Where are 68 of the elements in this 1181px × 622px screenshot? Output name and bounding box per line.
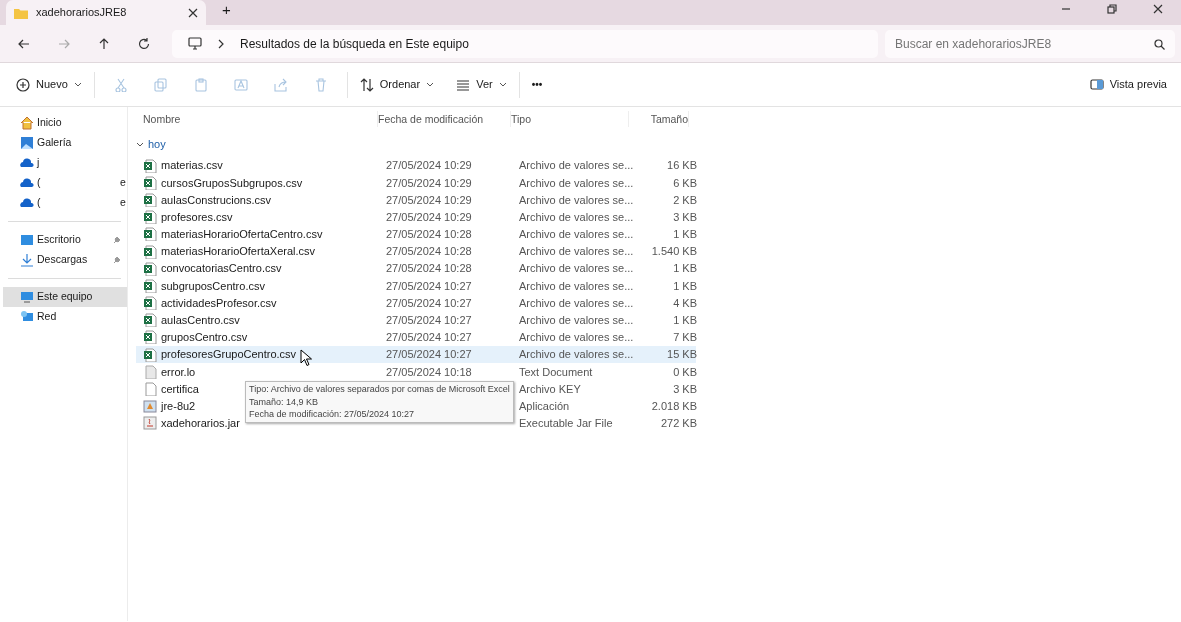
modified-date: 27/05/2024 10:27 [386, 331, 472, 344]
file-name: convocatoriasCentro.csv [161, 261, 282, 277]
modified-date: 27/05/2024 10:29 [386, 176, 472, 189]
file-type: Archivo de valores se... [519, 348, 634, 361]
modified-date: 27/05/2024 10:27 [386, 314, 472, 327]
sidebar-item-text: e [120, 175, 126, 191]
file-size: 1 KB [673, 262, 697, 275]
file-size: 7 KB [673, 331, 697, 344]
file-type: Archivo de valores se... [519, 159, 634, 172]
file-size: 6 KB [673, 176, 697, 189]
file-type: Executable Jar File [519, 417, 613, 430]
file-type: Text Document [519, 365, 593, 378]
modified-date: 27/05/2024 10:29 [386, 159, 472, 172]
file-name: materias.csv [161, 158, 223, 174]
file-size: 1 KB [673, 279, 697, 292]
file-size: 3 KB [673, 382, 697, 395]
modified-date: 27/05/2024 10:27 [386, 279, 472, 292]
file-size: 1 KB [673, 314, 697, 327]
file-name: jre-8u2 [161, 398, 196, 414]
address-path: Resultados de la búsqueda en Este equipo [240, 35, 469, 53]
file-size: 272 KB [660, 417, 697, 430]
file-type: Archivo de valores se... [519, 228, 634, 241]
file-name: certifica [161, 381, 199, 397]
modified-date: 27/05/2024 10:29 [386, 193, 472, 206]
modified-date: 27/05/2024 10:28 [386, 262, 472, 275]
file-type: Archivo de valores se... [519, 176, 634, 189]
file-size: 4 KB [673, 296, 697, 309]
tooltip-text: Tamaño: 14,9 KB [249, 395, 320, 409]
file-type: Archivo de valores se... [519, 262, 634, 275]
file-name: gruposCentro.csv [161, 330, 248, 346]
file-type: Archivo de valores se... [519, 193, 634, 206]
file-type: Archivo de valores se... [519, 296, 634, 309]
tooltip-text: Tipo: Archivo de valores separados por comas de Microsoft Excel [249, 383, 510, 396]
file-name: cursosGruposSubgrupos.csv [161, 175, 303, 191]
file-size: 15 KB [667, 348, 697, 361]
file-size: 0 KB [673, 365, 697, 378]
file-name: profesoresGrupoCentro.csv [161, 347, 297, 363]
modified-date: 27/05/2024 10:18 [386, 365, 472, 378]
file-name: aulasConstrucions.csv [161, 192, 272, 208]
file-size: 2.018 KB [651, 399, 697, 412]
file-name: materiasHorarioOfertaCentro.csv [161, 227, 323, 243]
file-size: 16 KB [667, 159, 697, 172]
modified-date: 27/05/2024 10:27 [386, 348, 472, 361]
file-name: xadehorarios.jar [161, 416, 240, 432]
modified-date: 27/05/2024 10:27 [386, 296, 472, 309]
file-name: subgruposCentro.csv [161, 278, 265, 294]
file-size: 2 KB [673, 193, 697, 206]
file-type: Archivo de valores se... [519, 331, 634, 344]
tooltip-text: Fecha de modificación: 27/05/2024 10:27 [249, 408, 416, 421]
file-size: 3 KB [673, 210, 697, 223]
modified-date: 27/05/2024 10:28 [386, 228, 472, 241]
file-type: Archivo de valores se... [519, 279, 634, 292]
file-name: profesores.csv [161, 209, 233, 225]
file-type: Archivo de valores se... [519, 314, 634, 327]
file-type: Archivo KEY [519, 382, 581, 395]
file-name: aulasCentro.csv [161, 313, 240, 329]
file-name: error.lo [161, 364, 196, 380]
file-name: materiasHorarioOfertaXeral.csv [161, 244, 316, 260]
file-type: Aplicación [519, 399, 570, 412]
file-type: Archivo de valores se... [519, 245, 634, 258]
sidebar-item-text: e [120, 195, 126, 211]
modified-date: 27/05/2024 10:28 [386, 245, 472, 258]
file-size: 1 KB [673, 228, 697, 241]
file-size: 1.540 KB [651, 245, 697, 258]
tab-title: xadehorariosJRE8 [36, 5, 128, 21]
file-name: actividadesProfesor.csv [161, 295, 277, 311]
modified-date: 27/05/2024 10:29 [386, 210, 472, 223]
file-type: Archivo de valores se... [519, 210, 634, 223]
